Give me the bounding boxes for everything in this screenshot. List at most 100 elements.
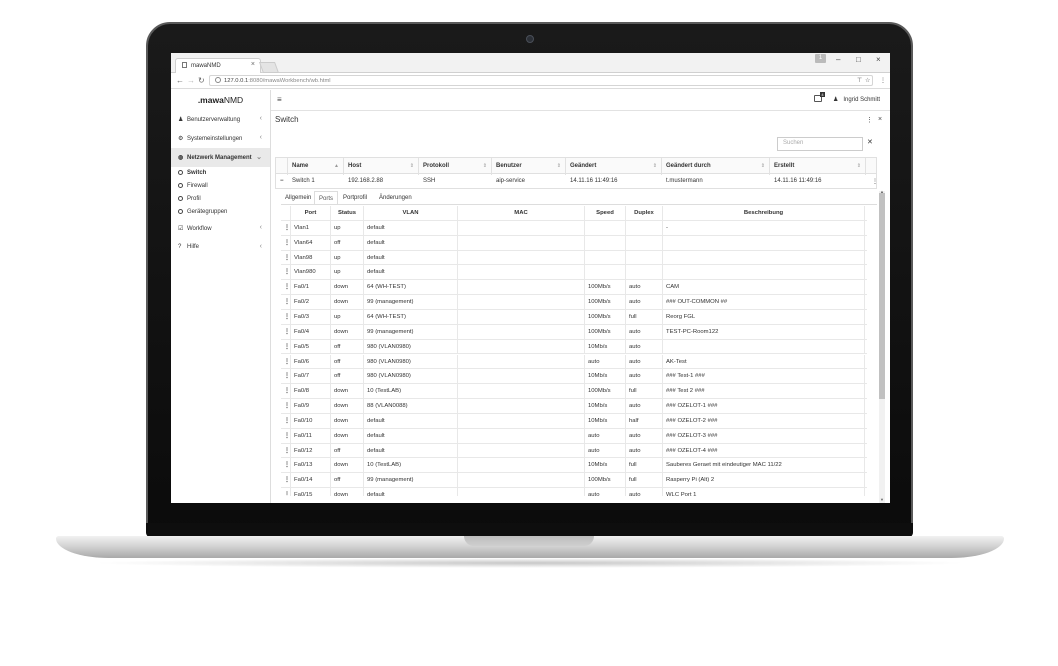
scroll-down-icon[interactable]: ▼ (879, 497, 885, 502)
sidebar-subitem-profil[interactable]: Profil (171, 193, 270, 206)
row-menu-icon[interactable]: ⋮ (281, 428, 291, 444)
table-row[interactable]: ⋮ Fa0/9 down 88 (VLAN0088) 10Mb/s auto ### OZE… (281, 399, 867, 414)
new-tab-button[interactable] (258, 62, 280, 73)
row-menu-icon[interactable]: ⋮ (281, 488, 291, 496)
table-row[interactable]: ⋮ Fa0/1 down 64 (WH-TEST) 100Mb/s auto CAM (281, 280, 867, 296)
column-header-mac[interactable]: MAC (458, 206, 585, 221)
browser-tab[interactable]: mawaNMD × (175, 58, 261, 73)
row-menu-icon[interactable]: ⋮ (868, 174, 878, 189)
table-row[interactable]: ⋮ Vlan64 off default (281, 235, 867, 251)
row-menu-icon[interactable]: ⋮ (281, 443, 291, 459)
sidebar-item-label: Netzwerk Management (187, 155, 252, 161)
sidebar-item-hilfe[interactable]: ? Hilfe ‹ (171, 238, 270, 257)
row-menu-icon[interactable]: ⋮ (281, 354, 291, 370)
row-menu-icon[interactable]: ⋮ (281, 309, 291, 325)
sidebar-item-systemeinstellungen[interactable]: ⚙ Systemeinstellungen ‹ (171, 129, 270, 148)
sidebar-subitem-firewall[interactable]: Firewall (171, 180, 270, 193)
close-tab-icon[interactable]: × (251, 61, 255, 68)
table-row[interactable]: ⋮ Fa0/15 down default auto auto WLC Port 1 (281, 488, 867, 496)
column-header-benutzer[interactable]: Benutzer ⇕ (492, 158, 566, 175)
clear-search-icon[interactable]: ✕ (867, 138, 873, 146)
close-window-icon[interactable]: × (876, 55, 881, 64)
table-row[interactable]: ⋮ Fa0/10 down default 10Mb/s half ### OZELOT-2… (281, 413, 867, 429)
app-brand[interactable]: .mawaNMD (171, 90, 270, 110)
table-row[interactable]: ⋮ Fa0/11 down default auto auto ### OZELOT-3 #… (281, 428, 867, 444)
table-row[interactable]: ⋮ Vlan1 up default - (281, 220, 867, 236)
cell-vlan: default (364, 428, 458, 444)
column-header-name[interactable]: Name ▲ (288, 158, 344, 175)
table-row[interactable]: ⋮ Fa0/5 off 980 (VLAN0980) 10Mb/s auto (281, 339, 867, 355)
row-menu-icon[interactable]: ⋮ (281, 220, 291, 236)
notification-icon[interactable]: 4 (814, 92, 825, 102)
tab-ports[interactable]: Ports (314, 191, 339, 205)
row-menu-icon[interactable]: ⋮ (281, 324, 291, 340)
table-row[interactable]: ⋮ Fa0/7 off 980 (VLAN0980) 10Mb/s auto ### Tes… (281, 369, 867, 385)
table-row[interactable]: ⋮ Fa0/13 down 10 (TestLAB) 10Mb/s full Saubere… (281, 458, 867, 474)
maximize-icon[interactable]: □ (856, 55, 861, 64)
column-header-geaendert[interactable]: Geändert ⇕ (566, 158, 662, 175)
cell-mac (458, 354, 585, 370)
row-menu-icon[interactable]: ⋮ (281, 265, 291, 281)
minimize-icon[interactable]: – (836, 55, 840, 64)
sidebar-item-netzwerk-management[interactable]: ◍ Netzwerk Management ⌄ (171, 148, 270, 167)
bookmark-star-icon[interactable]: ☆ (865, 77, 870, 84)
row-menu-icon[interactable]: ⋮ (281, 339, 291, 355)
column-header-erstellt[interactable]: Erstellt ⇕ (770, 158, 866, 175)
row-menu-icon[interactable]: ⋮ (281, 384, 291, 400)
tab-aenderungen[interactable]: Änderungen (375, 191, 416, 205)
row-menu-icon[interactable]: ⋮ (281, 399, 291, 414)
user-menu[interactable]: ♟ Ingrid Schmitt (833, 96, 880, 103)
column-header-speed[interactable]: Speed (585, 206, 626, 221)
row-menu-icon[interactable]: ⋮ (281, 458, 291, 474)
column-header-status[interactable]: Status (331, 206, 364, 221)
close-icon[interactable]: × (878, 116, 882, 123)
filter-icon[interactable]: ⊤ (857, 77, 862, 84)
row-menu-icon[interactable]: ⋮ (281, 235, 291, 251)
column-header-protokoll[interactable]: Protokoll ⇕ (419, 158, 492, 175)
table-row[interactable]: ⋮ Fa0/4 down 99 (management) 100Mb/s auto TEST… (281, 324, 867, 340)
cell-host: 192.168.2.88 (348, 178, 384, 184)
row-menu-icon[interactable]: ⋮ (281, 413, 291, 429)
sidebar-subitem-switch[interactable]: Switch (171, 167, 270, 180)
table-row[interactable]: ⋮ Fa0/14 off 99 (management) 100Mb/s full Rasp… (281, 473, 867, 489)
hamburger-menu-icon[interactable]: ≡ (277, 95, 282, 104)
column-header-port[interactable]: Port (291, 206, 331, 221)
row-menu-icon[interactable]: ⋮ (281, 369, 291, 385)
sidebar-item-workflow[interactable]: ☑ Workflow ‹ (171, 219, 270, 238)
scrollbar-thumb[interactable] (879, 193, 885, 399)
forward-icon[interactable]: → (187, 76, 195, 85)
row-menu-icon[interactable]: ⋮ (281, 295, 291, 310)
table-row[interactable]: ⋮ Vlan98 up default (281, 250, 867, 266)
column-header-beschreibung[interactable]: Beschreibung (663, 206, 865, 221)
row-menu-icon[interactable]: ⋮ (281, 250, 291, 266)
table-row[interactable]: ⋮ Fa0/2 down 99 (management) 100Mb/s auto ### … (281, 295, 867, 310)
column-header-vlan[interactable]: VLAN (364, 206, 458, 221)
column-header-geaendert-durch[interactable]: Geändert durch ⇕ (662, 158, 770, 175)
table-row[interactable]: ⋮ Vlan980 up default (281, 265, 867, 281)
row-menu-icon[interactable]: ⋮ (281, 473, 291, 489)
column-header-duplex[interactable]: Duplex (626, 206, 663, 221)
tab-allgemein[interactable]: Allgemein (281, 191, 315, 205)
table-row[interactable]: ⋮ Fa0/3 up 64 (WH-TEST) 100Mb/s full Reorg FGL (281, 309, 867, 325)
tab-portprofil[interactable]: Portprofil (339, 191, 371, 205)
reload-icon[interactable]: ↻ (198, 76, 205, 85)
sidebar-item-benutzerverwaltung[interactable]: ♟ Benutzerverwaltung ‹ (171, 110, 270, 129)
main-content: Switch ⋮ × Suchen ✕ Name ▲ Host ⇕ Protokol… (271, 111, 890, 503)
table-row[interactable]: ⋮ Fa0/8 down 10 (TestLAB) 100Mb/s full ### Tes… (281, 384, 867, 400)
scroll-up-icon[interactable]: ▲ (879, 189, 885, 194)
cell-erstellt: 14.11.16 11:49:16 (774, 178, 822, 184)
table-row[interactable]: ⋮ Fa0/12 off default auto auto ### OZELOT-4 ##… (281, 443, 867, 459)
cell-port: Fa0/9 (291, 399, 331, 414)
more-vertical-icon[interactable]: ⋮ (866, 116, 873, 124)
row-menu-icon[interactable]: ⋮ (281, 280, 291, 296)
address-bar[interactable]: 127.0.0.1:8080/mawaWorkbench/wb.html (209, 75, 873, 86)
table-row[interactable]: ⋮ Fa0/6 off 980 (VLAN0980) auto auto AK-Test (281, 354, 867, 370)
sidebar-subitem-geraetegruppen[interactable]: Gerätegruppen (171, 206, 270, 219)
search-input[interactable]: Suchen (777, 137, 863, 151)
browser-menu-icon[interactable]: ⋮ (880, 77, 886, 84)
browser-profile-icon[interactable]: 1 (815, 54, 826, 63)
back-icon[interactable]: ← (176, 76, 184, 85)
table-row[interactable]: − Switch 1 192.168.2.88 SSH aip-service … (275, 174, 878, 189)
collapse-icon[interactable]: − (276, 174, 288, 189)
column-header-host[interactable]: Host ⇕ (344, 158, 419, 175)
